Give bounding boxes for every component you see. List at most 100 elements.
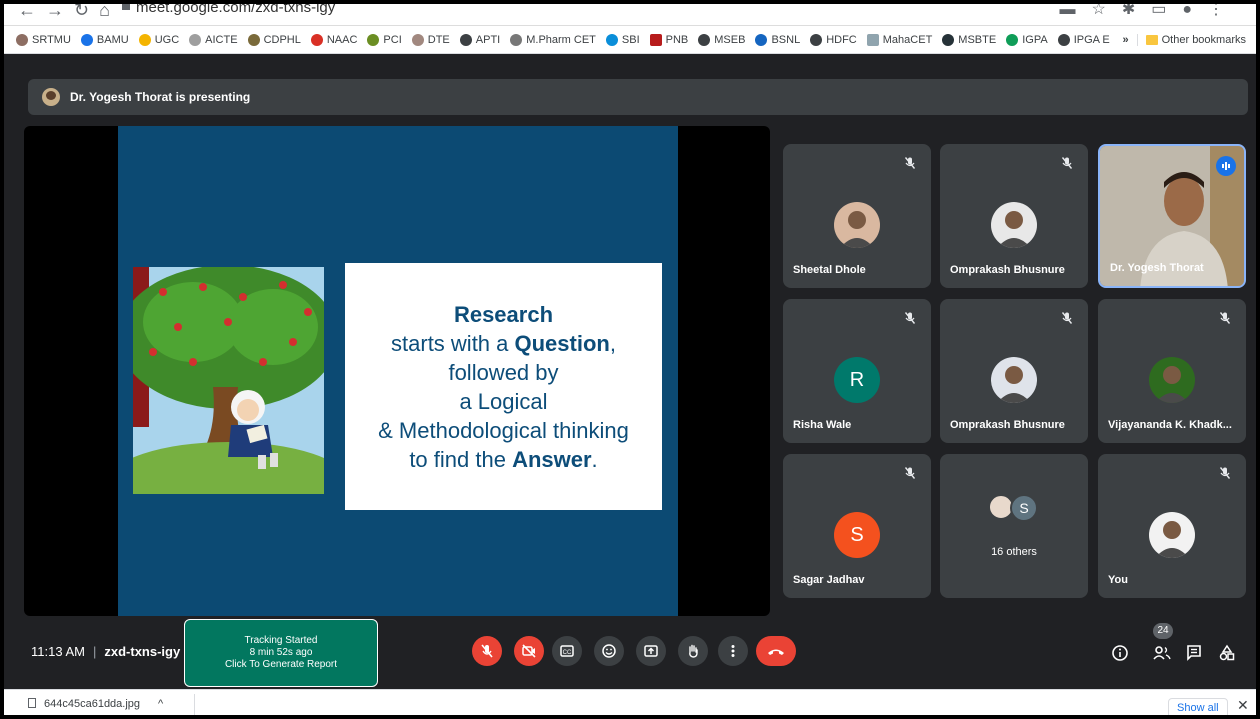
captions-button[interactable]: CC (552, 636, 582, 666)
tracking-report-button[interactable]: Tracking Started 8 min 52s ago Click To … (184, 619, 378, 687)
download-item[interactable]: 644c45ca61dda.jpg ^ (28, 698, 163, 710)
globe-icon (698, 33, 711, 46)
microphone-toggle[interactable] (472, 636, 502, 666)
show-all-button[interactable]: Show all (1168, 698, 1228, 715)
participant-tile[interactable]: Omprakash Bhusnure (940, 144, 1088, 288)
file-icon (28, 698, 36, 708)
bookmark-ugc[interactable]: UGC (138, 33, 179, 46)
more-vert-icon (731, 645, 735, 657)
globe-icon (1057, 33, 1070, 46)
people-button[interactable] (1151, 642, 1173, 664)
bsnl-icon (755, 33, 768, 46)
bookmark-ipga-e[interactable]: IPGA E (1057, 33, 1110, 46)
participant-tile[interactable]: R Risha Wale (783, 299, 931, 443)
mic-off-icon (903, 311, 917, 325)
bookmark-bsnl[interactable]: BSNL (755, 33, 800, 46)
bookmark-aicte[interactable]: AICTE (189, 33, 238, 46)
presenting-label: Dr. Yogesh Thorat is presenting (70, 90, 251, 104)
more-options-button[interactable] (718, 636, 748, 666)
mic-off-icon (1060, 311, 1074, 325)
mpharm-cet-icon (510, 33, 523, 46)
present-screen-button[interactable] (636, 636, 666, 666)
meeting-details-button[interactable] (1109, 642, 1131, 664)
chat-button[interactable] (1183, 642, 1205, 664)
avatar (834, 202, 880, 248)
cdphl-icon (247, 33, 260, 46)
bookmark-bamu[interactable]: BAMU (80, 33, 129, 46)
bookmark-srtmu[interactable]: SRTMU (16, 33, 71, 46)
bookmark-msbte[interactable]: MSBTE (942, 33, 996, 46)
activities-button[interactable] (1216, 642, 1238, 664)
srtmu-icon (16, 33, 28, 46)
avatar (1149, 357, 1195, 403)
hand-icon (689, 644, 698, 658)
participant-tile[interactable]: You (1098, 454, 1246, 598)
meeting-code: zxd-txns-igy (104, 644, 181, 659)
avatar (991, 202, 1037, 248)
camera-toggle[interactable] (514, 636, 544, 666)
participant-name: Dr. Yogesh Thorat (1110, 262, 1204, 274)
chevron-up-icon[interactable]: ^ (158, 698, 163, 710)
bamu-icon (80, 33, 93, 46)
bookmark-cdphl[interactable]: CDPHL (247, 33, 301, 46)
aicte-icon (189, 33, 202, 46)
pnb-icon (649, 33, 662, 46)
participant-name: Sagar Jadhav (793, 574, 865, 586)
svg-text:CC: CC (563, 650, 572, 656)
lock-icon[interactable] (122, 4, 130, 10)
reactions-button[interactable] (594, 636, 624, 666)
participant-name: 16 others (991, 546, 1037, 558)
close-icon[interactable]: ✕ (1237, 697, 1249, 714)
bookmark-sbi[interactable]: SBI (605, 33, 640, 46)
participant-count-badge: 24 (1153, 623, 1173, 639)
avatar: S (1010, 494, 1038, 522)
bookmark-mseb[interactable]: MSEB (698, 33, 745, 46)
participant-tile[interactable]: Sheetal Dhole (783, 144, 931, 288)
leave-call-button[interactable] (756, 636, 796, 666)
browser-action-icons[interactable]: ▬☆✱▭●⋮ (1059, 4, 1240, 19)
bookmark-naac[interactable]: NAAC (310, 33, 357, 46)
msbte-icon (942, 33, 955, 46)
bookmark-dte[interactable]: DTE (411, 33, 450, 46)
participant-tile[interactable]: S Sagar Jadhav (783, 454, 931, 598)
ugc-icon (138, 33, 151, 46)
mahacet-icon (866, 33, 879, 46)
bookmark-igpa[interactable]: IGPA (1006, 33, 1048, 46)
browser-nav-icons[interactable]: ← → ↻ ⌂ (18, 4, 110, 21)
mic-off-icon (1218, 466, 1232, 480)
avatar (1149, 512, 1195, 558)
presentation-stage[interactable]: Research starts with a Question, followe… (24, 126, 770, 616)
participant-name: Omprakash Bhusnure (950, 264, 1065, 276)
speaking-indicator-icon (1216, 156, 1236, 176)
bookmark-apti[interactable]: APTI (459, 33, 500, 46)
bookmark-pci[interactable]: PCI (367, 33, 402, 46)
others-avatars: S (988, 494, 1040, 522)
raise-hand-button[interactable] (678, 636, 708, 666)
participant-tile[interactable]: S 16 others (940, 454, 1088, 598)
other-bookmarks-folder[interactable]: Other bookmarks (1136, 33, 1246, 46)
address-bar[interactable]: meet.google.com/zxd-txns-igy (136, 4, 335, 16)
avatar: S (834, 512, 880, 558)
presenting-banner: Dr. Yogesh Thorat is presenting (28, 79, 1248, 115)
mic-off-icon (1060, 156, 1074, 170)
bookmarks-bar: SRTMU BAMU UGC AICTE CDPHL NAAC PCI DTE … (4, 26, 1256, 54)
bookmark-mahacet[interactable]: MahaCET (866, 33, 932, 46)
bookmarks-overflow-button[interactable]: » (1123, 34, 1129, 46)
slide: Research starts with a Question, followe… (118, 126, 678, 616)
bookmark-hdfc[interactable]: HDFC (810, 33, 857, 46)
avatar: R (834, 357, 880, 403)
meeting-time: 11:13 AM (31, 644, 85, 659)
participant-tile[interactable]: Omprakash Bhusnure (940, 299, 1088, 443)
mic-off-icon (481, 644, 493, 658)
slide-text: Research starts with a Question, followe… (345, 263, 662, 510)
participant-tile[interactable]: Dr. Yogesh Thorat (1098, 144, 1246, 288)
globe-icon (459, 33, 472, 46)
mic-off-icon (1218, 311, 1232, 325)
dte-icon (411, 33, 424, 46)
bookmark-mpharm-cet[interactable]: M.Pharm CET (510, 33, 596, 46)
closed-captions-icon: CC (560, 645, 574, 657)
newton-tree-illustration (133, 267, 324, 494)
bookmark-pnb[interactable]: PNB (649, 33, 688, 46)
activities-icon (1219, 644, 1235, 661)
participant-tile[interactable]: Vijayananda K. Khadk... (1098, 299, 1246, 443)
